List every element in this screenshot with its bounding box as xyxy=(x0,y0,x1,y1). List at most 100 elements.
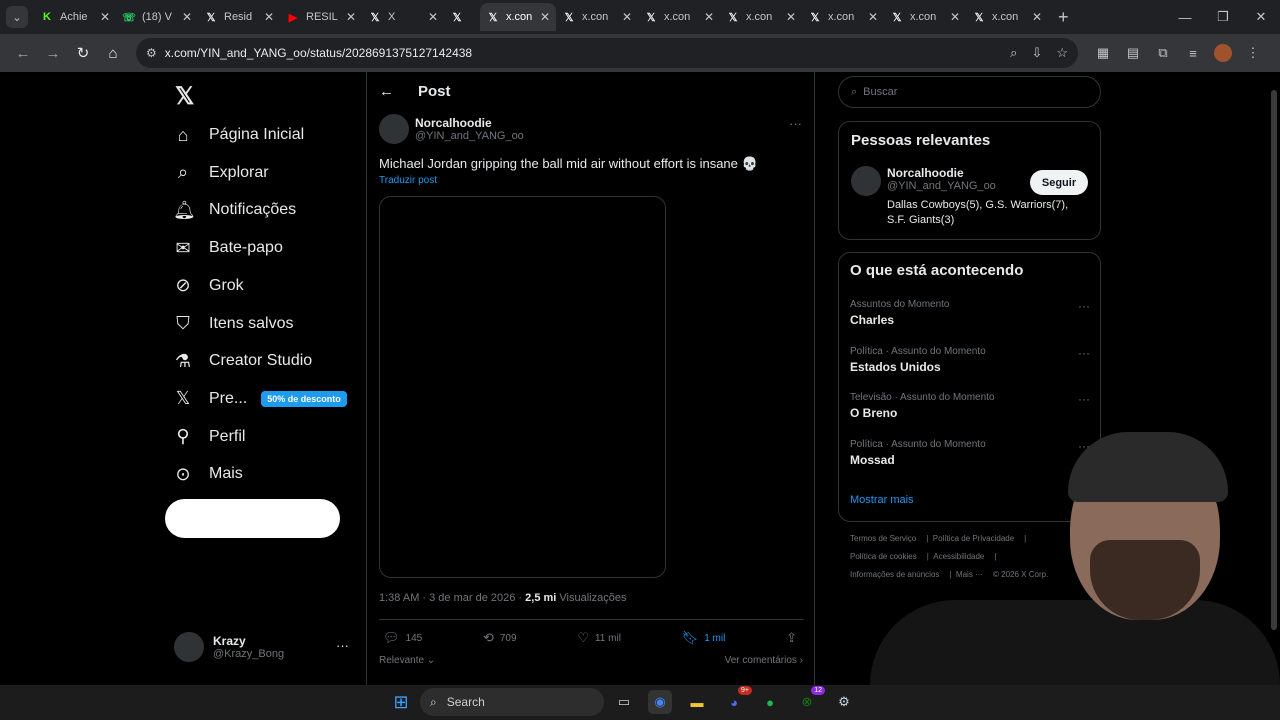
post-timestamp[interactable]: 1:38 AM · 3 de mar de 2026 · xyxy=(379,592,525,604)
task-view-icon[interactable]: ▭ xyxy=(612,690,636,714)
nav-item-home[interactable]: ⌂ Página Inicial xyxy=(173,120,305,150)
account-switcher[interactable]: Krazy @Krazy_Bong xyxy=(174,632,284,662)
post-video[interactable] xyxy=(379,196,666,578)
spotify-icon[interactable]: ● xyxy=(758,690,782,714)
browser-tab[interactable]: 𝕏x.con ✕ xyxy=(480,3,556,31)
nav-item-search[interactable]: ⌕ Explorar xyxy=(173,158,269,188)
steam-icon[interactable]: ⚙ xyxy=(832,690,856,714)
author-handle[interactable]: @YIN_and_YANG_oo xyxy=(415,130,524,142)
taskbar-search[interactable]: ⌕ Search xyxy=(420,688,604,716)
tab-close-icon[interactable]: ✕ xyxy=(182,10,192,24)
media-controls-icon[interactable]: ≡ xyxy=(1178,41,1208,65)
post-author[interactable]: Norcalhoodie @YIN_and_YANG_oo xyxy=(379,114,524,144)
account-more-icon[interactable]: ··· xyxy=(336,638,349,653)
author-avatar[interactable] xyxy=(379,114,409,144)
minimize-icon[interactable]: — xyxy=(1166,0,1204,34)
browser-tab[interactable]: K Achie ✕ xyxy=(34,3,116,31)
share-button[interactable]: ⇪ xyxy=(786,630,803,646)
trend-more-icon[interactable]: ··· xyxy=(1078,299,1090,313)
nav-item-x-premium[interactable]: 𝕏 Pre... 50% de desconto xyxy=(173,384,347,414)
reload-icon[interactable]: ↻ xyxy=(68,38,98,68)
nav-item-bell[interactable]: 🔔︎ Notificações xyxy=(173,195,296,225)
see-replies-link[interactable]: Ver comentários › xyxy=(725,655,803,666)
tab-close-icon[interactable]: ✕ xyxy=(100,10,110,24)
windows-start-icon[interactable]: ⊞ xyxy=(388,689,414,715)
translate-link[interactable]: Traduzir post xyxy=(379,175,437,186)
trend-item[interactable]: Televisão · Assunto do Momento O Breno ··· xyxy=(850,392,1090,420)
url-bar[interactable]: ⚙ x.com/YIN_and_YANG_oo/status/202869137… xyxy=(136,38,1078,68)
footer-link[interactable]: Política de cookies xyxy=(850,552,917,561)
install-app-icon[interactable]: ⇩ xyxy=(1031,45,1042,61)
chrome-icon[interactable]: ◉ xyxy=(648,690,672,714)
browser-tab[interactable]: 𝕏x.con ✕ xyxy=(720,3,802,31)
browser-tab[interactable]: 𝕏 xyxy=(444,3,480,31)
post-more-icon[interactable]: ··· xyxy=(789,116,802,131)
nav-item-bookmark[interactable]: ⛉ Itens salvos xyxy=(173,309,293,339)
restore-icon[interactable]: ❐ xyxy=(1204,0,1242,34)
nav-item-more-circle[interactable]: ⊙ Mais xyxy=(173,459,242,489)
browser-tab[interactable]: 𝕏x.con ✕ xyxy=(966,3,1048,31)
nav-item-grok[interactable]: ⊘ Grok xyxy=(173,271,243,301)
discord-icon[interactable]: ◕ 9+ xyxy=(722,686,752,714)
nav-item-mail[interactable]: ✉ Bate-papo xyxy=(173,233,282,263)
browser-tab[interactable]: 𝕏x.con ✕ xyxy=(802,3,884,31)
file-explorer-icon[interactable]: ▬ xyxy=(685,690,709,714)
relevant-avatar[interactable] xyxy=(851,166,881,196)
like-button[interactable]: ♡ 11 mil xyxy=(577,630,621,646)
close-window-icon[interactable]: ✕ xyxy=(1242,0,1280,34)
nav-item-person[interactable]: ⚲ Perfil xyxy=(173,422,245,452)
browser-tab[interactable]: 𝕏x.con ✕ xyxy=(884,3,966,31)
browser-tab[interactable]: ▶ RESIL ✕ xyxy=(280,3,362,31)
show-more-link[interactable]: Mostrar mais xyxy=(850,494,914,506)
tab-search-icon[interactable]: ⌄ xyxy=(6,6,28,28)
page-scrollbar[interactable] xyxy=(1268,72,1280,682)
browser-tab[interactable]: 𝕏 Resid ✕ xyxy=(198,3,280,31)
tab-close-icon[interactable]: ✕ xyxy=(1032,10,1042,24)
bookmark-star-icon[interactable]: ☆ xyxy=(1056,45,1068,61)
footer-link[interactable]: Informações de anúncios xyxy=(850,570,939,579)
sort-dropdown[interactable]: Relevante ⌄ xyxy=(379,655,435,666)
home-browser-icon[interactable]: ⌂ xyxy=(98,38,128,68)
browser-tab[interactable]: ☏ (18) V ✕ xyxy=(116,3,198,31)
xbox-icon[interactable]: ⊗ 12 xyxy=(795,686,825,714)
browser-menu-icon[interactable]: ⋮ xyxy=(1238,41,1268,65)
footer-link[interactable]: Política de Privacidade xyxy=(933,534,1014,543)
tab-close-icon[interactable]: ✕ xyxy=(264,10,274,24)
forward-icon[interactable]: → xyxy=(38,38,68,68)
follow-button[interactable]: Seguir xyxy=(1030,170,1088,195)
tab-close-icon[interactable]: ✕ xyxy=(704,10,714,24)
tab-close-icon[interactable]: ✕ xyxy=(540,10,550,24)
tab-close-icon[interactable]: ✕ xyxy=(428,10,438,24)
trend-item[interactable]: Política · Assunto do Momento Mossad ··· xyxy=(850,439,1090,467)
back-icon[interactable]: ← xyxy=(8,38,38,68)
trend-item[interactable]: Assuntos do Momento Charles ··· xyxy=(850,299,1090,327)
footer-link[interactable]: Acessibilidade xyxy=(933,552,984,561)
repost-button[interactable]: ⟲ 709 xyxy=(483,630,517,646)
footer-link[interactable]: Termos de Serviço xyxy=(850,534,916,543)
tab-close-icon[interactable]: ✕ xyxy=(786,10,796,24)
zoom-icon[interactable]: ⌕ xyxy=(1010,45,1017,61)
extensions-puzzle-icon[interactable]: ⧉ xyxy=(1148,41,1178,65)
trend-more-icon[interactable]: ··· xyxy=(1078,346,1090,360)
reply-button[interactable]: 💬︎ 145 xyxy=(383,630,422,646)
extension-icon-1[interactable]: ▦ xyxy=(1088,41,1118,65)
browser-tab[interactable]: 𝕏 X ✕ xyxy=(362,3,444,31)
trend-item[interactable]: Política · Assunto do Momento Estados Uni… xyxy=(850,346,1090,374)
tab-close-icon[interactable]: ✕ xyxy=(868,10,878,24)
author-name[interactable]: Norcalhoodie xyxy=(415,116,524,130)
site-info-icon[interactable]: ⚙ xyxy=(146,46,157,60)
browser-tab[interactable]: 𝕏x.con ✕ xyxy=(638,3,720,31)
profile-avatar[interactable] xyxy=(1208,41,1238,65)
trend-more-icon[interactable]: ··· xyxy=(1078,392,1090,406)
bookmark-button[interactable]: 🔖︎ 1 mil xyxy=(682,630,726,646)
search-input[interactable]: ⌕ Buscar xyxy=(838,76,1101,108)
x-logo-icon[interactable]: 𝕏 xyxy=(175,82,194,111)
browser-tab[interactable]: 𝕏x.con ✕ xyxy=(556,3,638,31)
post-button[interactable] xyxy=(165,499,340,538)
nav-item-flask[interactable]: ⚗ Creator Studio xyxy=(173,346,312,376)
scrollbar-thumb[interactable] xyxy=(1271,90,1277,630)
back-arrow-icon[interactable]: ← xyxy=(379,83,394,100)
footer-link[interactable]: Mais ··· xyxy=(956,570,983,579)
tab-close-icon[interactable]: ✕ xyxy=(950,10,960,24)
tab-close-icon[interactable]: ✕ xyxy=(622,10,632,24)
